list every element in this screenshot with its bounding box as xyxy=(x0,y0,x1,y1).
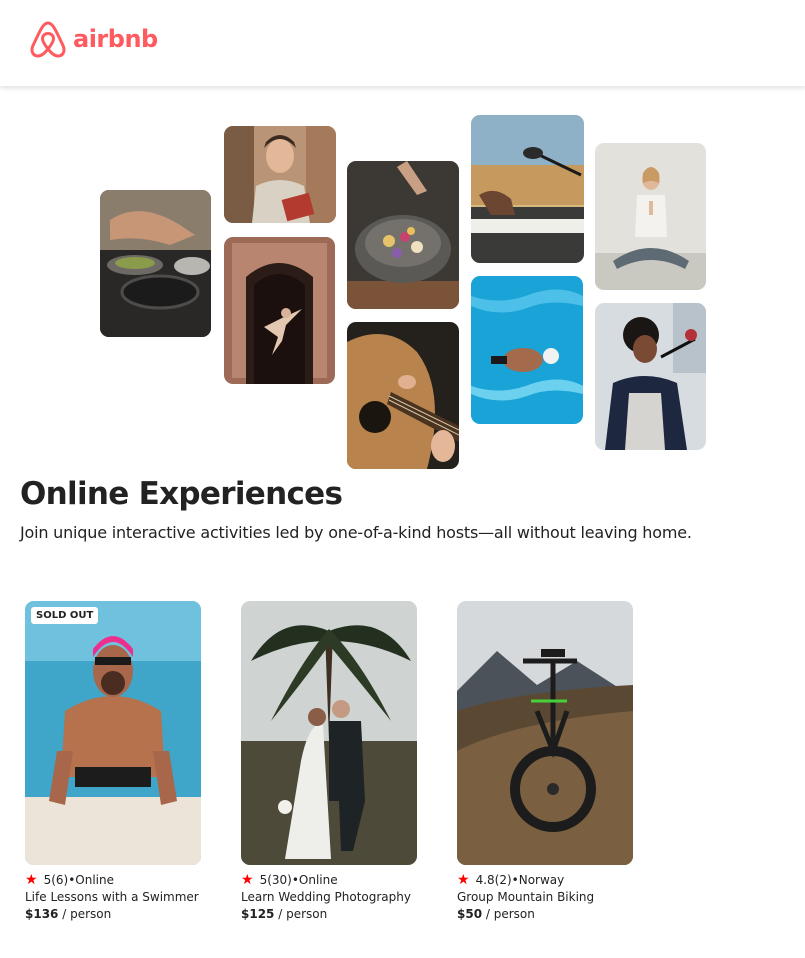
price-amount: $50 xyxy=(457,907,483,921)
rating: 5 xyxy=(43,873,52,887)
star-icon: ★ xyxy=(241,872,254,888)
price-unit: / person xyxy=(482,907,535,921)
card-stats: ★ 5 (6) • Online xyxy=(25,873,201,887)
navbar: airbnb xyxy=(0,0,805,86)
keyboard-and-microphone-photo xyxy=(471,115,584,263)
hero-collage xyxy=(0,86,805,478)
price-unit: / person xyxy=(274,907,328,921)
wedding-couple-photo[interactable] xyxy=(241,601,417,865)
cooking-pans-photo xyxy=(100,190,211,337)
rating: 4.8 xyxy=(475,873,495,887)
separator: • xyxy=(511,873,519,887)
card-stats: ★ 5 (30) • Online xyxy=(241,873,417,887)
star-icon: ★ xyxy=(25,872,38,888)
host-with-book-photo xyxy=(224,126,336,223)
airbnb-logo-icon xyxy=(30,21,66,58)
location: Online xyxy=(75,873,114,887)
singer-with-microphone-photo xyxy=(595,303,706,450)
mountain-bike-photo[interactable] xyxy=(457,601,633,865)
swimmer-photo[interactable]: SOLD OUT xyxy=(25,601,201,865)
bowl-of-food-photo xyxy=(347,161,459,309)
dancer-in-doorway-photo xyxy=(224,237,335,384)
rating: 5 xyxy=(259,873,268,887)
experience-card[interactable]: SOLD OUT ★ 5 (6) • Online Life Lessons w… xyxy=(25,601,201,921)
price-amount: $125 xyxy=(241,907,275,921)
star-icon: ★ xyxy=(457,872,470,888)
acoustic-guitar-photo xyxy=(347,322,459,469)
price-unit: / person xyxy=(58,907,112,921)
separator: • xyxy=(291,873,299,887)
separator: • xyxy=(68,873,76,887)
price-amount: $136 xyxy=(25,907,59,921)
location: Norway xyxy=(518,873,565,887)
card-price: $125 / person xyxy=(241,907,417,921)
airbnb-logo[interactable]: airbnb xyxy=(29,19,158,59)
card-title: Group Mountain Biking xyxy=(457,890,595,904)
review-count: (6) xyxy=(51,873,69,887)
review-count: (30) xyxy=(267,873,292,887)
experience-card[interactable]: ★ 5 (30) • Online Learn Wedding Photogra… xyxy=(241,601,417,921)
yoga-meditation-photo xyxy=(595,143,706,290)
card-title: Learn Wedding Photography xyxy=(241,890,411,904)
card-price: $50 / person xyxy=(457,907,633,921)
review-count: (2) xyxy=(494,873,512,887)
section-title: Online Experiences xyxy=(20,476,343,512)
experience-card[interactable]: ★ 4.8 (2) • Norway Group Mountain Biking… xyxy=(457,601,633,921)
brand-name: airbnb xyxy=(73,25,158,53)
card-stats: ★ 4.8 (2) • Norway xyxy=(457,873,633,887)
sold-out-badge: SOLD OUT xyxy=(31,607,99,624)
card-price: $136 / person xyxy=(25,907,201,921)
section-subtitle: Join unique interactive activities led b… xyxy=(20,523,692,542)
card-title: Life Lessons with a Swimmer xyxy=(25,890,199,904)
location: Online xyxy=(298,873,338,887)
swimmer-in-pool-photo xyxy=(471,276,583,424)
